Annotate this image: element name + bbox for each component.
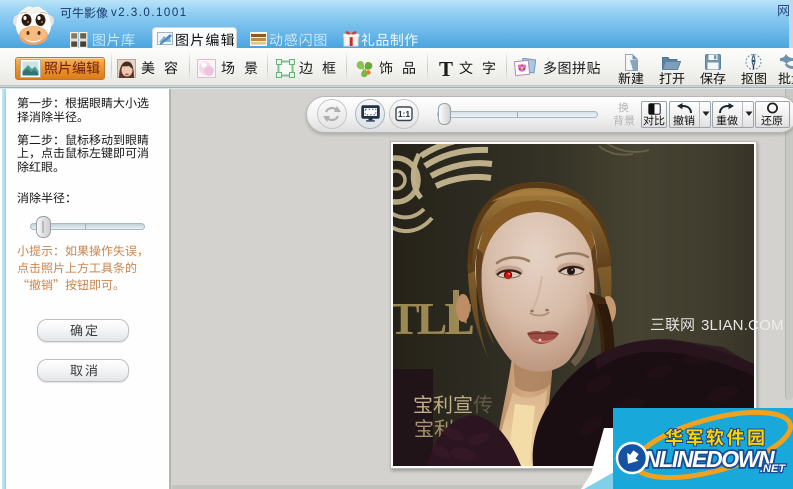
svg-text:NLINEDOWN: NLINEDOWN — [644, 446, 775, 472]
svg-text:1:1: 1:1 — [398, 109, 411, 119]
svg-text:.NET: .NET — [760, 463, 786, 475]
